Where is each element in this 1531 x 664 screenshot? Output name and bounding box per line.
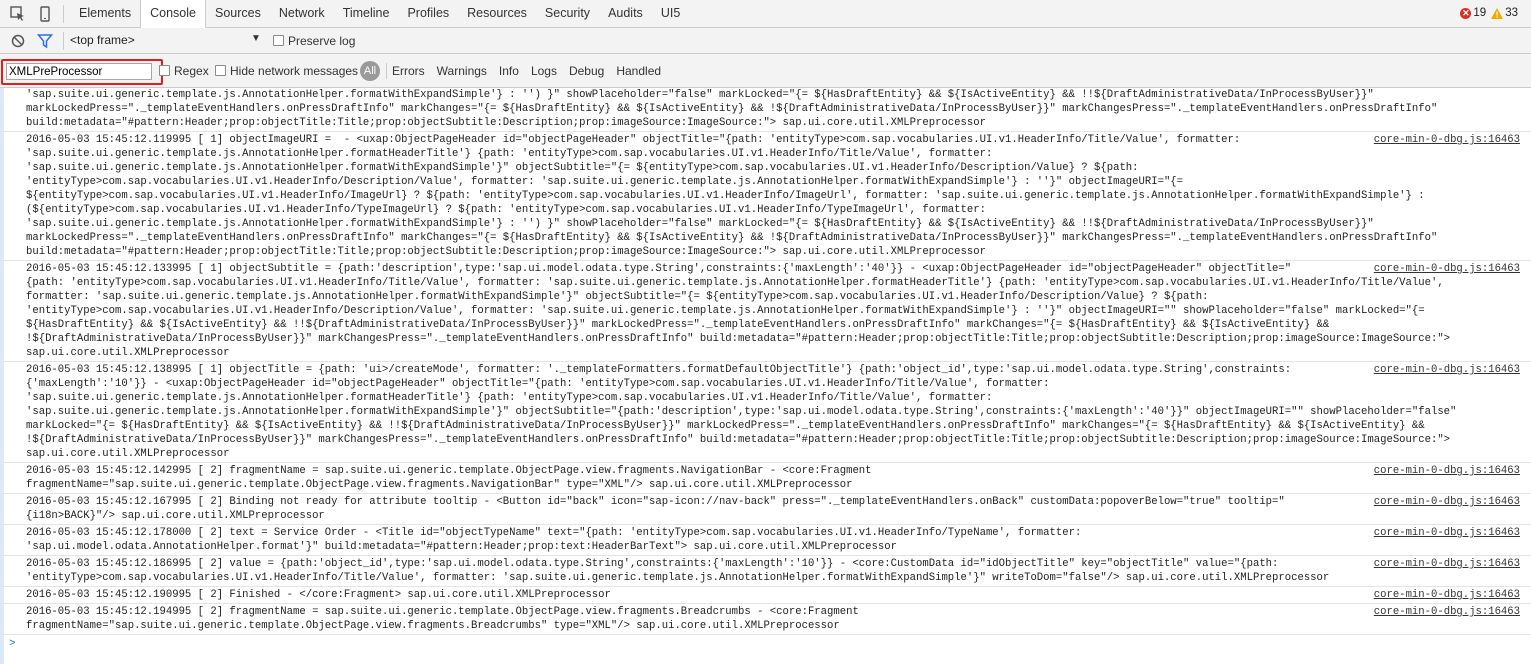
level-logs-button[interactable]: Logs xyxy=(525,64,563,78)
level-filters: Errors Warnings Info Logs Debug Handled xyxy=(386,64,667,78)
tab-resources[interactable]: Resources xyxy=(458,0,536,27)
console-message: 2016-05-03 15:45:12.194995 [ 2] fragment… xyxy=(0,604,1531,635)
hide-network-checkbox[interactable] xyxy=(215,65,226,76)
console-message-text: 2016-05-03 15:45:12.119995 [ 1] objectIm… xyxy=(26,134,1438,258)
console-message-text: 2016-05-03 15:45:12.167995 [ 2] Binding … xyxy=(26,496,1285,522)
inspect-element-icon[interactable] xyxy=(10,6,26,22)
message-counts[interactable]: ✕ 19 33 xyxy=(1460,7,1518,19)
regex-checkbox[interactable] xyxy=(159,65,170,76)
console-message-text: 'sap.suite.ui.generic.template.js.Annota… xyxy=(26,89,1438,129)
tab-profiles[interactable]: Profiles xyxy=(398,0,458,27)
console-message-text: 2016-05-03 15:45:12.142995 [ 2] fragment… xyxy=(26,465,872,491)
console-message: 2016-05-03 15:45:12.138995 [ 1] objectTi… xyxy=(0,362,1531,463)
level-warnings-button[interactable]: Warnings xyxy=(431,64,493,78)
level-all-button[interactable]: All xyxy=(360,61,380,81)
console-message: 2016-05-03 15:45:12.167995 [ 2] Binding … xyxy=(0,494,1531,525)
console-message-text: 2016-05-03 15:45:12.194995 [ 2] fragment… xyxy=(26,606,859,632)
warning-icon xyxy=(1491,7,1504,19)
tab-sources[interactable]: Sources xyxy=(206,0,270,27)
prompt-chevron-icon: > xyxy=(9,638,16,650)
warning-count: 33 xyxy=(1505,7,1518,19)
regex-label: Regex xyxy=(174,64,209,78)
source-link[interactable]: core-min-0-dbg.js:16463 xyxy=(1373,363,1520,377)
preserve-log-toggle[interactable]: Preserve log xyxy=(273,34,355,48)
console-message-text: 2016-05-03 15:45:12.138995 [ 1] objectTi… xyxy=(26,364,1457,460)
source-link[interactable]: core-min-0-dbg.js:16463 xyxy=(1373,605,1520,619)
console-message: 2016-05-03 15:45:12.119995 [ 1] objectIm… xyxy=(0,132,1531,261)
source-link[interactable]: core-min-0-dbg.js:16463 xyxy=(1373,495,1520,509)
tab-timeline[interactable]: Timeline xyxy=(334,0,399,27)
console-message: 2016-05-03 15:45:12.178000 [ 2] text = S… xyxy=(0,525,1531,556)
error-icon: ✕ xyxy=(1460,7,1472,19)
frame-selector[interactable]: <top frame> xyxy=(70,33,135,47)
clear-console-icon[interactable] xyxy=(10,33,26,49)
source-link[interactable]: core-min-0-dbg.js:16463 xyxy=(1373,588,1520,602)
source-link[interactable]: core-min-0-dbg.js:16463 xyxy=(1373,526,1520,540)
preserve-log-label: Preserve log xyxy=(288,34,356,48)
panel-tabs: Elements Console Sources Network Timelin… xyxy=(70,0,689,28)
preserve-log-checkbox[interactable] xyxy=(273,35,284,46)
tab-network[interactable]: Network xyxy=(270,0,334,27)
toolbar-separator xyxy=(63,32,64,50)
level-handled-button[interactable]: Handled xyxy=(610,64,667,78)
filter-bar: Regex Hide network messages All Errors W… xyxy=(0,54,1531,88)
console-message: 2016-05-03 15:45:12.190995 [ 2] Finished… xyxy=(0,587,1531,604)
filter-icon[interactable] xyxy=(37,33,53,49)
level-info-button[interactable]: Info xyxy=(493,64,525,78)
console-prompt[interactable]: > xyxy=(0,635,1531,651)
level-debug-button[interactable]: Debug xyxy=(563,64,610,78)
source-link[interactable]: core-min-0-dbg.js:16463 xyxy=(1373,262,1520,276)
frame-dropdown-arrow-icon[interactable]: ▼ xyxy=(251,33,261,44)
console-message-text: 2016-05-03 15:45:12.186995 [ 2] value = … xyxy=(26,558,1330,584)
console-message: 'sap.suite.ui.generic.template.js.Annota… xyxy=(0,88,1531,132)
source-link[interactable]: core-min-0-dbg.js:16463 xyxy=(1373,464,1520,478)
tab-elements[interactable]: Elements xyxy=(70,0,140,27)
tab-audits[interactable]: Audits xyxy=(599,0,652,27)
source-link[interactable]: core-min-0-dbg.js:16463 xyxy=(1373,133,1520,147)
tab-security[interactable]: Security xyxy=(536,0,599,27)
devtools-tab-bar: Elements Console Sources Network Timelin… xyxy=(0,0,1531,28)
error-count: 19 xyxy=(1473,7,1487,19)
hide-network-toggle[interactable]: Hide network messages xyxy=(215,64,358,78)
console-message-text: 2016-05-03 15:45:12.133995 [ 1] objectSu… xyxy=(26,263,1451,359)
console-messages[interactable]: 'sap.suite.ui.generic.template.js.Annota… xyxy=(0,88,1531,664)
level-errors-button[interactable]: Errors xyxy=(386,64,431,78)
console-toolbar: <top frame> ▼ Preserve log xyxy=(0,28,1531,54)
console-message: 2016-05-03 15:45:12.186995 [ 2] value = … xyxy=(0,556,1531,587)
console-message: 2016-05-03 15:45:12.133995 [ 1] objectSu… xyxy=(0,261,1531,362)
regex-toggle[interactable]: Regex xyxy=(159,64,209,78)
source-link[interactable]: core-min-0-dbg.js:16463 xyxy=(1373,557,1520,571)
console-message: 2016-05-03 15:45:12.142995 [ 2] fragment… xyxy=(0,463,1531,494)
device-mode-icon[interactable] xyxy=(37,6,53,22)
tab-console[interactable]: Console xyxy=(140,0,206,28)
highlight-annotation xyxy=(1,59,163,85)
hide-network-label: Hide network messages xyxy=(230,64,359,78)
toolbar-separator xyxy=(63,5,64,23)
tab-ui5[interactable]: UI5 xyxy=(652,0,689,27)
console-message-text: 2016-05-03 15:45:12.190995 [ 2] Finished… xyxy=(26,589,611,601)
console-message-text: 2016-05-03 15:45:12.178000 [ 2] text = S… xyxy=(26,527,1082,553)
